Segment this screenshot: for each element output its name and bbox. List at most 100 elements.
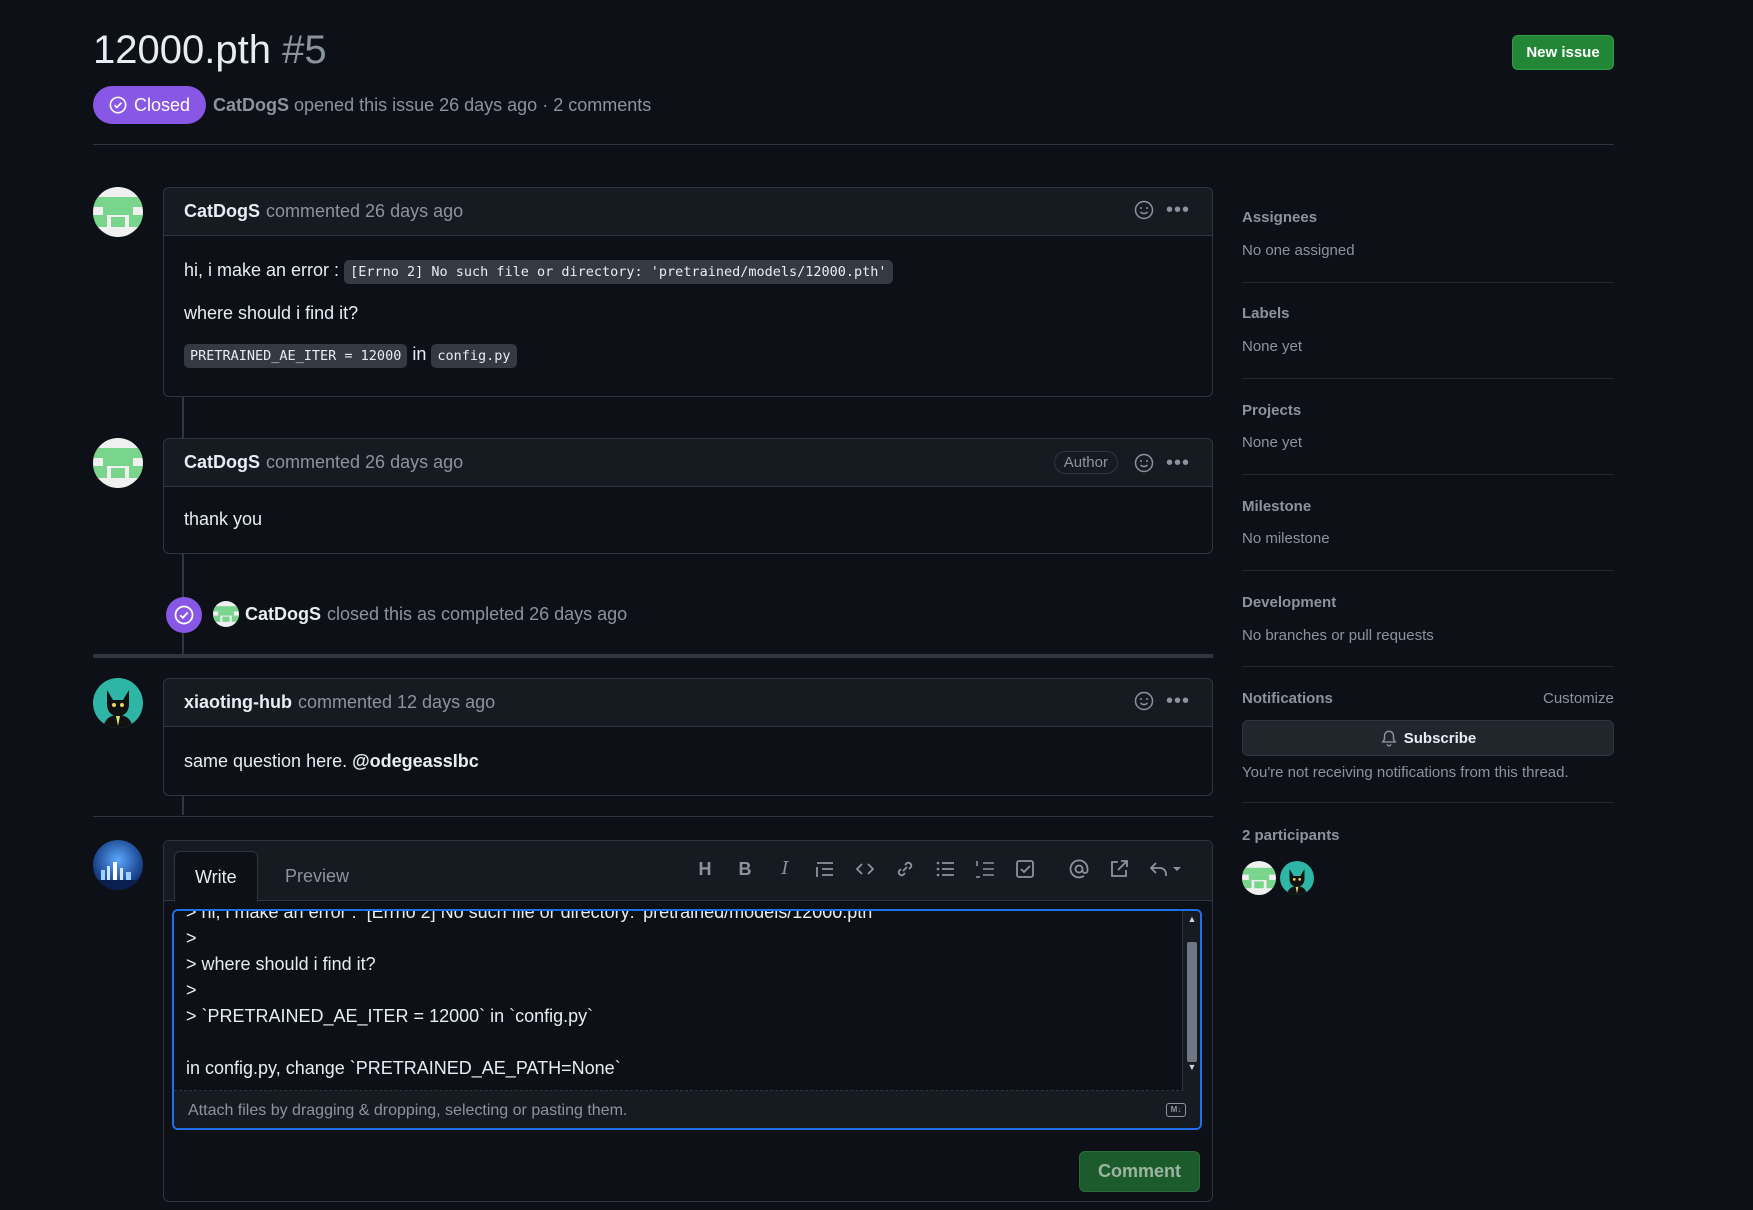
comment-button[interactable]: Comment bbox=[1079, 1151, 1200, 1192]
textarea-line: > hi, i make an error : [Errno 2] No suc… bbox=[186, 911, 876, 922]
notifications-note: You're not receiving notifications from … bbox=[1242, 764, 1569, 781]
kebab-icon[interactable]: ••• bbox=[1166, 453, 1190, 473]
closed-event: CatDogS closed this as completed 26 days… bbox=[213, 601, 627, 627]
textarea-line bbox=[186, 1029, 1172, 1055]
sidebar-divider bbox=[1242, 570, 1614, 571]
attach-files-area[interactable]: Attach files by dragging & dropping, sel… bbox=[174, 1091, 1200, 1128]
comment-time[interactable]: commented 26 days ago bbox=[266, 452, 463, 473]
event-author[interactable]: CatDogS bbox=[245, 604, 321, 625]
avatar[interactable] bbox=[93, 438, 143, 488]
comment-time[interactable]: commented 12 days ago bbox=[298, 692, 495, 713]
kebab-icon[interactable]: ••• bbox=[1166, 200, 1190, 220]
comment-author[interactable]: CatDogS bbox=[184, 452, 260, 473]
comment-textarea[interactable]: > hi, i make an error : [Errno 2] No suc… bbox=[174, 911, 1184, 1091]
avatar[interactable] bbox=[93, 678, 143, 728]
scroll-down-icon[interactable]: ▼ bbox=[1186, 1061, 1198, 1073]
comment-header: xiaoting-hub commented 12 days ago ••• bbox=[164, 679, 1212, 727]
issue-meta: CatDogS opened this issue 26 days ago · … bbox=[213, 95, 651, 116]
timeline-line bbox=[182, 795, 184, 815]
avatar[interactable] bbox=[213, 601, 239, 627]
comment: CatDogS commented 26 days ago ••• hi, i … bbox=[163, 187, 1213, 397]
issue-author-link[interactable]: CatDogS bbox=[213, 95, 289, 115]
comment-text: in bbox=[412, 344, 427, 364]
markdown-icon[interactable]: M↓ bbox=[1166, 1103, 1186, 1117]
notifications-label: Notifications bbox=[1242, 690, 1333, 707]
comment-author[interactable]: xiaoting-hub bbox=[184, 692, 292, 713]
milestone-value: No milestone bbox=[1242, 530, 1330, 547]
textarea-line: in config.py, change `PRETRAINED_AE_PATH… bbox=[186, 1058, 621, 1078]
state-badge: Closed bbox=[93, 86, 207, 124]
reply-icon[interactable] bbox=[1148, 858, 1184, 880]
kebab-icon[interactable]: ••• bbox=[1166, 691, 1190, 711]
avatar[interactable] bbox=[93, 187, 143, 237]
tab-preview[interactable]: Preview bbox=[265, 851, 369, 902]
smiley-icon[interactable] bbox=[1134, 691, 1154, 711]
composer-divider bbox=[93, 816, 1213, 817]
link-icon[interactable] bbox=[894, 858, 916, 880]
comment-body: thank you bbox=[164, 487, 1212, 550]
milestone-label[interactable]: Milestone bbox=[1242, 498, 1311, 515]
issue-number: #5 bbox=[282, 28, 327, 72]
state-label: Closed bbox=[134, 94, 191, 115]
mention-icon[interactable] bbox=[1068, 858, 1090, 880]
issue-title-text: 12000.pth bbox=[93, 28, 271, 72]
comment-header: CatDogS commented 26 days ago ••• bbox=[164, 188, 1212, 236]
task-list-icon[interactable] bbox=[1014, 858, 1036, 880]
check-circle-icon bbox=[174, 605, 194, 625]
labels-label[interactable]: Labels bbox=[1242, 305, 1290, 322]
markdown-toolbar: H B I bbox=[694, 858, 1184, 880]
quote-icon[interactable] bbox=[814, 858, 836, 880]
event-text: closed this as completed 26 days ago bbox=[327, 603, 628, 624]
italic-icon[interactable]: I bbox=[774, 858, 796, 880]
tab-write[interactable]: Write bbox=[174, 851, 258, 902]
comment-time[interactable]: commented 26 days ago bbox=[266, 201, 463, 222]
development-label[interactable]: Development bbox=[1242, 594, 1336, 611]
issue-meta-text: opened this issue 26 days ago · 2 commen… bbox=[294, 95, 652, 115]
participants-label: 2 participants bbox=[1242, 827, 1340, 844]
participant-avatar[interactable] bbox=[1280, 861, 1314, 895]
bold-icon[interactable]: B bbox=[734, 858, 756, 880]
header-divider bbox=[93, 144, 1614, 145]
textarea-scrollbar[interactable]: ▲ ▼ bbox=[1182, 911, 1200, 1091]
code-icon[interactable] bbox=[854, 858, 876, 880]
comment-textarea-container: > hi, i make an error : [Errno 2] No suc… bbox=[172, 909, 1202, 1130]
comment-header: CatDogS commented 26 days ago Author ••• bbox=[164, 439, 1212, 487]
user-mention[interactable]: @odegeassIbc bbox=[352, 751, 479, 771]
new-issue-button[interactable]: New issue bbox=[1512, 35, 1614, 70]
check-circle-icon bbox=[109, 96, 127, 114]
assignees-label[interactable]: Assignees bbox=[1242, 209, 1317, 226]
reference-icon[interactable] bbox=[1108, 858, 1130, 880]
participant-avatar[interactable] bbox=[1242, 861, 1276, 895]
bell-icon bbox=[1381, 730, 1397, 747]
textarea-line: > where should i find it? bbox=[186, 954, 376, 974]
scrollbar-thumb[interactable] bbox=[1187, 942, 1197, 1062]
assignees-value: No one assigned bbox=[1242, 242, 1355, 259]
projects-label[interactable]: Projects bbox=[1242, 402, 1301, 419]
textarea-line: > bbox=[186, 928, 197, 948]
comment: xiaoting-hub commented 12 days ago ••• s… bbox=[163, 678, 1213, 796]
sidebar-divider bbox=[1242, 666, 1614, 667]
inline-code: PRETRAINED_AE_ITER = 12000 bbox=[184, 344, 408, 368]
author-badge: Author bbox=[1053, 451, 1118, 474]
smiley-icon[interactable] bbox=[1134, 200, 1154, 220]
attach-text: Attach files by dragging & dropping, sel… bbox=[188, 1102, 628, 1119]
heading-icon[interactable]: H bbox=[694, 858, 716, 880]
comment-author[interactable]: CatDogS bbox=[184, 201, 260, 222]
timeline-line bbox=[182, 395, 184, 438]
comment-text: where should i find it? bbox=[184, 303, 359, 323]
comment-text: thank you bbox=[184, 509, 263, 529]
development-value: No branches or pull requests bbox=[1242, 627, 1434, 644]
smiley-icon[interactable] bbox=[1134, 453, 1154, 473]
projects-value: None yet bbox=[1242, 434, 1303, 451]
numbered-list-icon[interactable] bbox=[974, 858, 996, 880]
timeline-divider bbox=[93, 654, 1213, 658]
comment-body: same question here. @odegeassIbc bbox=[164, 727, 1212, 792]
subscribe-button[interactable]: Subscribe bbox=[1242, 720, 1614, 756]
scroll-up-icon[interactable]: ▲ bbox=[1186, 913, 1198, 925]
comment-body: hi, i make an error : [Errno 2] No such … bbox=[164, 236, 1212, 385]
bulleted-list-icon[interactable] bbox=[934, 858, 956, 880]
customize-link[interactable]: Customize bbox=[1543, 690, 1614, 707]
sidebar-divider bbox=[1242, 474, 1614, 475]
textarea-line: > `PRETRAINED_AE_ITER = 12000` in `confi… bbox=[186, 1006, 594, 1026]
avatar[interactable] bbox=[93, 840, 143, 890]
